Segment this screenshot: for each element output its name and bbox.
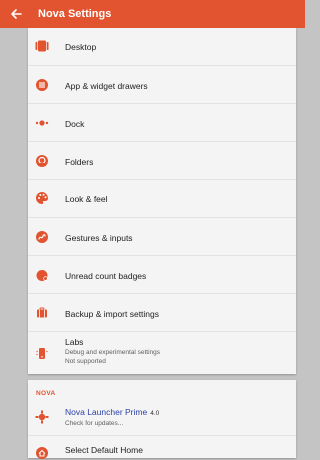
menu-item-backup-import[interactable]: Backup & import settings	[28, 294, 296, 331]
prime-version: 4.0	[150, 410, 160, 417]
menu-item-label: App & widget drawers	[65, 81, 148, 91]
menu-item-label: Select Default Home	[65, 445, 143, 455]
dock-icon	[35, 116, 49, 130]
page-title: Nova Settings	[38, 8, 112, 20]
backup-icon	[35, 306, 49, 320]
menu-item-label: Labs	[65, 337, 84, 347]
menu-item-dock[interactable]: Dock	[28, 104, 296, 141]
gesture-icon	[35, 230, 49, 244]
badge-icon	[35, 268, 49, 282]
menu-item-desktop[interactable]: Desktop	[28, 28, 296, 65]
menu-item-unread-count-badges[interactable]: Unread count badges	[28, 256, 296, 293]
labs-subtitle: Debug and experimental settings	[65, 349, 161, 356]
desktop-icon	[35, 39, 49, 53]
app-drawer-icon	[35, 78, 49, 92]
nova-prime-icon	[35, 410, 49, 424]
app-bar: Nova Settings	[0, 0, 305, 28]
labs-note: Not supported	[65, 358, 106, 365]
menu-item-label: Folders	[65, 157, 94, 167]
menu-item-label: Desktop	[65, 42, 97, 52]
menu-item-look-feel[interactable]: Look & feel	[28, 180, 296, 217]
menu-item-nova-prime[interactable]: Nova Launcher Prime 4.0 Check for updates…	[28, 402, 296, 433]
arrow-back-icon[interactable]	[8, 6, 24, 22]
section-header: NOVA	[36, 390, 56, 397]
prime-subtitle: Check for updates...	[65, 420, 124, 427]
menu-item-default-home[interactable]: Select Default Home	[28, 436, 296, 459]
menu-item-app-widget-drawers[interactable]: App & widget drawers	[28, 66, 296, 103]
menu-item-folders[interactable]: Folders	[28, 142, 296, 179]
nova-section: NOVA Nova Launcher Prime 4.0 Check for up…	[28, 380, 296, 459]
menu-item-label: Dock	[65, 119, 85, 129]
menu-item-labs[interactable]: Labs Debug and experimental settings Not…	[28, 332, 296, 374]
prime-title: Nova Launcher Prime 4.0	[65, 407, 159, 417]
palette-icon	[35, 191, 49, 205]
menu-item-label: Look & feel	[65, 194, 108, 204]
prime-label: Nova Launcher Prime	[65, 407, 148, 417]
labs-icon	[35, 346, 49, 360]
folder-icon	[35, 154, 49, 168]
menu-item-label: Backup & import settings	[65, 309, 160, 319]
menu-item-label: Unread count badges	[65, 271, 147, 281]
menu-item-gestures-inputs[interactable]: Gestures & inputs	[28, 218, 296, 255]
settings-list: Desktop App & widget drawers Dock Folder…	[28, 28, 296, 374]
menu-item-label: Gestures & inputs	[65, 233, 133, 243]
